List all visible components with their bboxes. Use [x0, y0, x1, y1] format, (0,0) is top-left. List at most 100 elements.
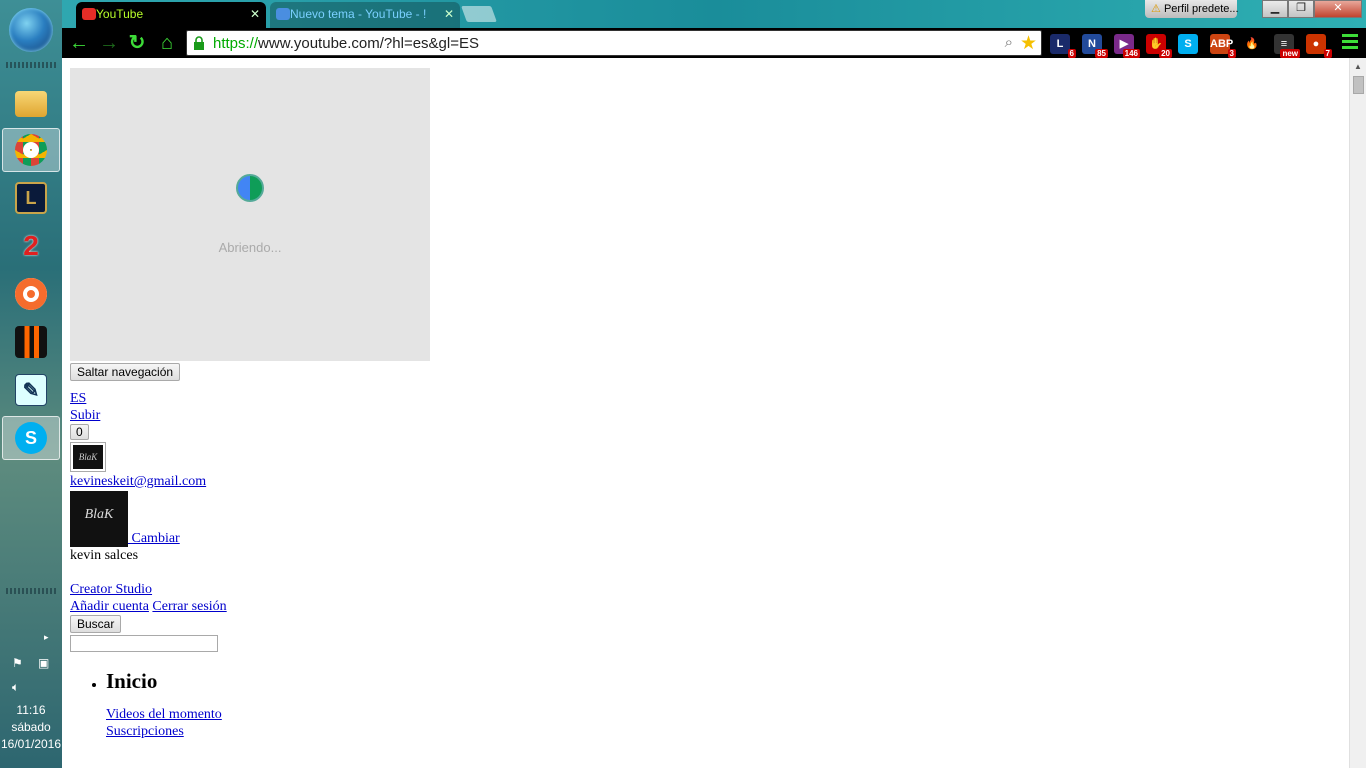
creator-studio-link[interactable]: Creator Studio [70, 581, 1340, 598]
account-email-link[interactable]: kevineskeit@gmail.com [70, 473, 1340, 490]
adblock-ext-icon[interactable]: ABP 3 [1210, 34, 1236, 58]
extension-label: S [1184, 38, 1192, 50]
back-arrow-icon[interactable]: ← [68, 32, 90, 54]
avatar-image: BlaK [73, 445, 103, 469]
taskbar: L 2 ✎ S ▸ ⚑ ▣ 🔈︎ 11:16 sábado 16/01/2016 [0, 0, 62, 768]
show-hidden-icons-icon[interactable]: ▸ [44, 632, 49, 643]
clock-date: 16/01/2016 [0, 737, 62, 751]
url-text: https://www.youtube.com/?hl=es&gl=ES [213, 35, 479, 52]
twitch-ext-icon[interactable]: ▶ 146 [1114, 34, 1140, 58]
reload-icon[interactable]: ↻ [126, 32, 148, 54]
home-icon[interactable]: ⌂ [156, 32, 178, 54]
action-center-flag-icon[interactable]: ⚑ [12, 656, 23, 670]
origin-icon [15, 278, 47, 310]
n-ext-icon[interactable]: N 85 [1082, 34, 1108, 58]
vertical-scrollbar[interactable]: ▲ [1349, 58, 1366, 768]
upload-link[interactable]: Subir [70, 407, 1340, 424]
minimize-button[interactable]: ▁ [1262, 0, 1288, 18]
page-viewport: Abriendo... Saltar navegación ES Subir 0… [62, 58, 1366, 768]
change-label: Cambiar [131, 531, 180, 546]
extension-badge: 6 [1067, 49, 1076, 58]
clock-time: 11:16 [16, 703, 46, 717]
url-path: /?hl=es&gl=ES [379, 35, 480, 52]
close-tab-icon[interactable]: ✕ [444, 7, 454, 21]
extension-label: 🔥 [1245, 38, 1259, 50]
profile-label: Perfil predete... [1163, 3, 1239, 15]
network-icon[interactable]: ▣ [38, 656, 49, 670]
flame-ext-icon[interactable]: 🔥 [1242, 34, 1262, 54]
taskbar-item-skype[interactable]: S [2, 416, 60, 460]
black-ops-icon [15, 326, 47, 358]
tab-title: Nuevo tema - YouTube - ! [290, 7, 427, 21]
scroll-up-arrow-icon[interactable]: ▲ [1354, 62, 1362, 71]
user-name: kevin salces [70, 548, 139, 563]
lock-icon [194, 36, 204, 50]
start-button[interactable] [9, 8, 53, 52]
tab-strip: YouTube ✕ Nuevo tema - YouTube - ! ✕ ⚠ P… [62, 0, 1366, 28]
subscriptions-link[interactable]: Suscripciones [106, 724, 184, 739]
menu-icon[interactable] [1342, 34, 1358, 52]
new-tab-button[interactable] [461, 6, 497, 22]
clock[interactable]: 11:16 sábado 16/01/2016 [0, 702, 62, 753]
league-icon: L [15, 182, 47, 214]
profile-button[interactable]: ⚠ Perfil predete... [1145, 0, 1239, 18]
search-input[interactable] [70, 635, 218, 652]
volume-icon[interactable]: 🔈︎ [12, 680, 19, 695]
skype-ext-icon[interactable]: S [1178, 34, 1198, 54]
extension-badge: 146 [1122, 49, 1140, 58]
add-account-link[interactable]: Añadir cuenta [70, 599, 149, 614]
extension-badge: 20 [1159, 49, 1172, 58]
system-tray: ▸ ⚑ ▣ 🔈︎ 11:16 sábado 16/01/2016 [0, 630, 62, 768]
browser-window: YouTube ✕ Nuevo tema - YouTube - ! ✕ ⚠ P… [62, 0, 1366, 768]
extension-badge: new [1280, 49, 1300, 58]
url-host: www.youtube.com [258, 35, 380, 52]
guide-links: Videos del momento Suscripciones [70, 706, 1340, 740]
maximize-button[interactable]: ❐ [1288, 0, 1314, 18]
change-account-link[interactable]: BlaK Cambiar [70, 491, 180, 547]
browser-toolbar: ← → ↻ ⌂ https://www.youtube.com/?hl=es&g… [62, 28, 1366, 58]
extension-badge: 3 [1227, 49, 1236, 58]
taskbar-item-origin[interactable] [2, 272, 60, 316]
extension-label: N [1088, 38, 1096, 50]
taskbar-item-file-explorer[interactable] [2, 80, 60, 124]
taskbar-item-black-ops[interactable] [2, 320, 60, 364]
news-ext-icon[interactable]: ≡ new [1274, 34, 1300, 58]
scroll-thumb[interactable] [1353, 76, 1364, 94]
taskbar-item-league[interactable]: L [2, 176, 60, 220]
bookmark-star-icon[interactable]: ★ [1020, 32, 1037, 55]
taskbar-item-notepad[interactable]: ✎ [2, 368, 60, 412]
notifications-button[interactable]: 0 [70, 424, 89, 440]
clock-day: sábado [11, 720, 51, 734]
taskbar-grip [6, 62, 56, 68]
tab-nuevo-tema[interactable]: Nuevo tema - YouTube - ! ✕ [270, 2, 460, 28]
guild-wars-icon: 2 [23, 230, 39, 261]
profile-ext-icon[interactable]: ● 7 [1306, 34, 1332, 58]
zoom-icon[interactable]: ⌕ [1005, 34, 1013, 51]
language-link[interactable]: ES [70, 390, 1340, 407]
extension-badge: 85 [1095, 49, 1108, 58]
extension-badge: 7 [1323, 49, 1332, 58]
account-avatar-button[interactable]: BlaK [70, 442, 106, 472]
stop-ext-icon[interactable]: ✋ 20 [1146, 34, 1172, 58]
trending-link[interactable]: Videos del momento [106, 707, 222, 722]
extension-label: L [1056, 38, 1064, 50]
sign-out-link[interactable]: Cerrar sesión [152, 599, 226, 614]
pen-icon: ✎ [15, 374, 47, 406]
document-favicon-icon [276, 8, 290, 20]
league-ext-icon[interactable]: L6 [1050, 34, 1076, 58]
tab-youtube[interactable]: YouTube ✕ [76, 2, 266, 28]
loading-panel: Abriendo... [70, 68, 430, 361]
skype-icon: S [15, 422, 47, 454]
forward-arrow-icon[interactable]: → [98, 32, 120, 54]
loading-text: Abriendo... [218, 240, 282, 255]
skip-navigation-button[interactable]: Saltar navegación [70, 363, 181, 381]
avatar-large: BlaK [70, 491, 128, 547]
search-button[interactable]: Buscar [70, 615, 122, 633]
youtube-favicon-icon [82, 8, 96, 20]
close-window-button[interactable]: ✕ [1314, 0, 1362, 18]
taskbar-item-gw2[interactable]: 2 [2, 224, 60, 268]
address-bar[interactable]: https://www.youtube.com/?hl=es&gl=ES ⌕ ★ [186, 30, 1042, 56]
tab-title: YouTube [96, 7, 144, 21]
taskbar-item-chrome[interactable] [2, 128, 60, 172]
close-tab-icon[interactable]: ✕ [250, 7, 260, 21]
